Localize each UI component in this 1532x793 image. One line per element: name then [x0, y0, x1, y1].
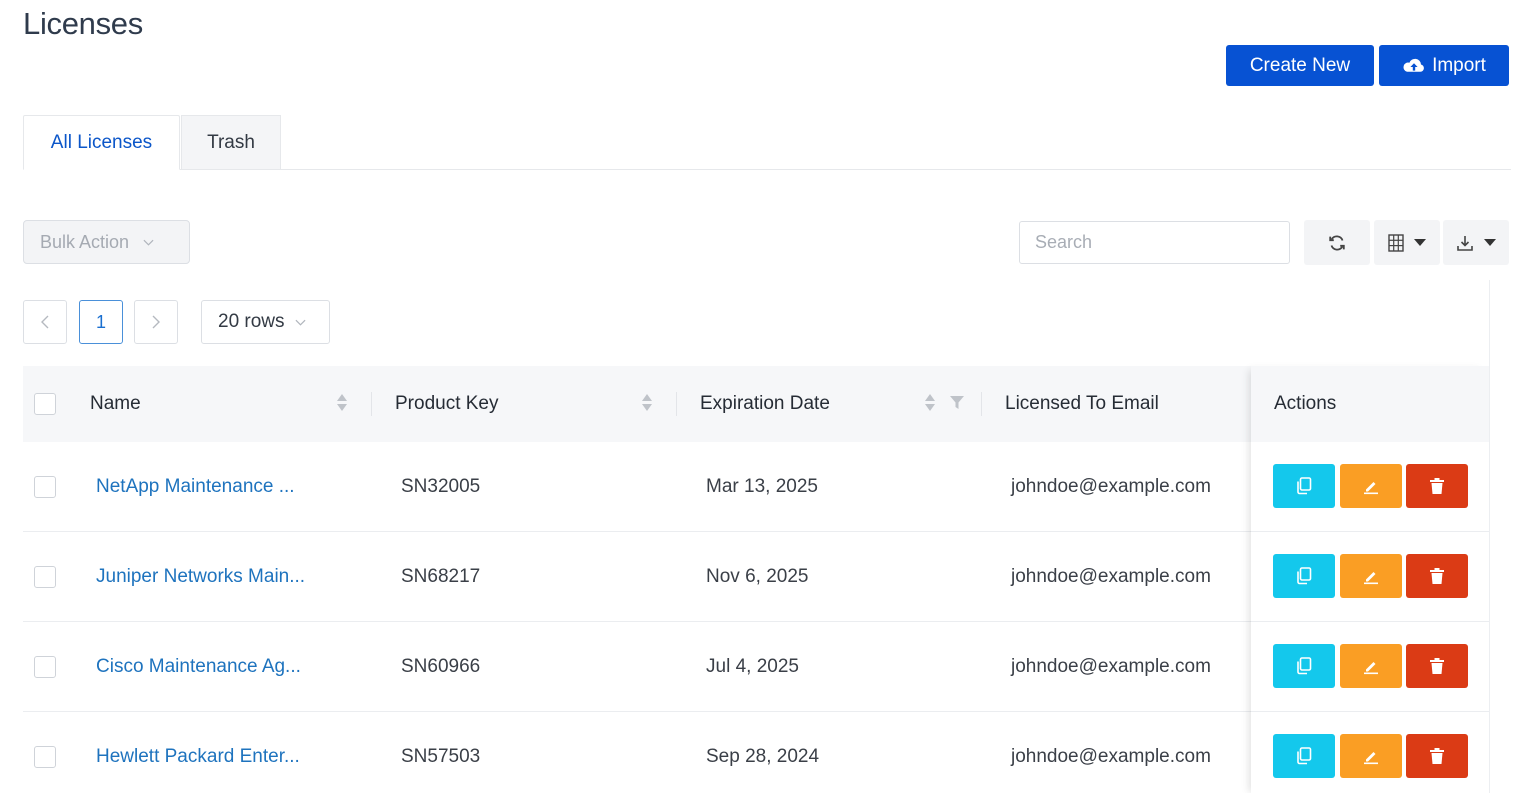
copy-button[interactable]: [1273, 734, 1335, 778]
delete-button[interactable]: [1406, 554, 1468, 598]
license-name-link[interactable]: Hewlett Packard Enter...: [96, 746, 300, 768]
row-checkbox[interactable]: [34, 746, 56, 768]
rows-per-page-select[interactable]: 20 rows: [201, 300, 330, 344]
pencil-icon: [1364, 572, 1378, 585]
table-scroll-edge: [1489, 280, 1490, 793]
license-name-link[interactable]: NetApp Maintenance ...: [96, 476, 295, 498]
sort-name-icon[interactable]: [337, 394, 347, 412]
copy-button[interactable]: [1273, 554, 1335, 598]
license-name-link[interactable]: Juniper Networks Main...: [96, 566, 305, 588]
table-row: Juniper Networks Main... SN68217 Nov 6, …: [23, 532, 1489, 622]
trash-icon: [1430, 568, 1444, 584]
expiration-date-cell: Sep 28, 2024: [706, 746, 820, 767]
select-all-checkbox[interactable]: [34, 393, 56, 415]
tab-bar: All Licenses Trash: [23, 115, 1511, 170]
row-checkbox[interactable]: [34, 656, 56, 678]
product-key-cell: SN60966: [401, 656, 481, 677]
copy-icon: [1297, 477, 1312, 495]
product-key-cell: SN32005: [401, 476, 481, 497]
row-checkbox[interactable]: [34, 566, 56, 588]
product-key-cell: SN68217: [401, 566, 481, 587]
copy-icon: [1297, 567, 1312, 585]
table-row: NetApp Maintenance ... SN32005 Mar 13, 2…: [23, 442, 1489, 532]
chevron-right-icon: [152, 315, 160, 329]
chevron-down-icon: [295, 319, 306, 326]
import-button[interactable]: Import: [1379, 45, 1509, 86]
pencil-icon: [1364, 752, 1378, 765]
import-label: Import: [1432, 54, 1486, 76]
refresh-button[interactable]: [1304, 220, 1370, 265]
tab-all-licenses[interactable]: All Licenses: [23, 115, 180, 170]
cloud-upload-icon: [1403, 58, 1424, 72]
column-header-name[interactable]: Name: [90, 366, 141, 442]
edit-button[interactable]: [1340, 644, 1402, 688]
page-title: Licenses: [23, 6, 143, 41]
product-key-cell: SN57503: [401, 746, 481, 767]
columns-button[interactable]: [1374, 220, 1440, 265]
column-header-expiration-date[interactable]: Expiration Date: [700, 366, 830, 442]
page-number-current[interactable]: 1: [79, 300, 123, 344]
trash-icon: [1430, 478, 1444, 494]
copy-button[interactable]: [1273, 464, 1335, 508]
create-new-label: Create New: [1249, 54, 1351, 76]
column-divider: [371, 392, 372, 416]
delete-button[interactable]: [1406, 644, 1468, 688]
sort-expiration-date-icon[interactable]: [925, 394, 935, 412]
edit-button[interactable]: [1340, 464, 1402, 508]
search-input[interactable]: [1019, 221, 1290, 264]
email-cell: johndoe@example.com: [1011, 656, 1211, 677]
next-page-button[interactable]: [134, 300, 178, 344]
bulk-action-label: Bulk Action: [40, 231, 130, 252]
export-button[interactable]: [1443, 220, 1509, 265]
email-cell: johndoe@example.com: [1011, 746, 1211, 767]
email-cell: johndoe@example.com: [1011, 476, 1211, 497]
tab-trash[interactable]: Trash: [181, 115, 281, 170]
expiration-date-cell: Nov 6, 2025: [706, 566, 809, 587]
row-checkbox[interactable]: [34, 476, 56, 498]
sort-product-key-icon[interactable]: [642, 394, 652, 412]
copy-icon: [1297, 657, 1312, 675]
edit-button[interactable]: [1340, 734, 1402, 778]
trash-icon: [1430, 658, 1444, 674]
column-header-actions: Actions: [1274, 393, 1337, 414]
edit-button[interactable]: [1340, 554, 1402, 598]
email-cell: johndoe@example.com: [1011, 566, 1211, 587]
download-icon: [1457, 235, 1473, 251]
license-name-link[interactable]: Cisco Maintenance Ag...: [96, 656, 301, 678]
caret-down-icon: [1414, 238, 1426, 246]
expiration-date-cell: Jul 4, 2025: [706, 656, 799, 677]
chevron-left-icon: [41, 315, 49, 329]
trash-icon: [1430, 748, 1444, 764]
delete-button[interactable]: [1406, 734, 1468, 778]
table-row: Cisco Maintenance Ag... SN60966 Jul 4, 2…: [23, 622, 1489, 712]
column-divider: [981, 392, 982, 416]
rows-per-page-label: 20 rows: [218, 311, 285, 332]
copy-button[interactable]: [1273, 644, 1335, 688]
pencil-icon: [1364, 662, 1378, 675]
column-divider: [676, 392, 677, 416]
delete-button[interactable]: [1406, 464, 1468, 508]
chevron-down-icon: [143, 239, 154, 246]
column-header-licensed-to-email: Licensed To Email: [1005, 393, 1159, 414]
copy-icon: [1297, 747, 1312, 765]
refresh-icon: [1329, 235, 1345, 250]
caret-down-icon: [1484, 238, 1496, 246]
previous-page-button[interactable]: [23, 300, 67, 344]
columns-icon: [1388, 233, 1404, 252]
table-header: Name Product Key Expiration Date License…: [23, 366, 1489, 442]
column-header-product-key[interactable]: Product Key: [395, 366, 499, 442]
create-new-button[interactable]: Create New: [1226, 45, 1374, 86]
expiration-date-cell: Mar 13, 2025: [706, 476, 818, 497]
pencil-icon: [1364, 482, 1378, 495]
filter-icon[interactable]: [950, 396, 964, 410]
table-row: Hewlett Packard Enter... SN57503 Sep 28,…: [23, 712, 1489, 793]
bulk-action-select[interactable]: Bulk Action: [23, 220, 190, 264]
